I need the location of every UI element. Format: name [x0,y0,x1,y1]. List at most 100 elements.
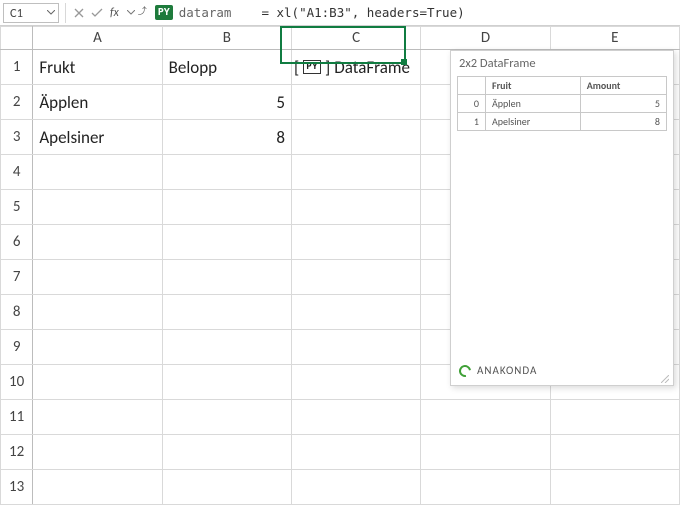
preview-index: 1 [458,113,486,131]
card-footer: ANAKONDA [451,358,673,385]
cell-D13[interactable] [421,470,550,505]
cell-B3[interactable]: 8 [162,120,291,155]
row-header-5[interactable]: 5 [1,190,33,225]
cell-B9[interactable] [162,330,291,365]
cell-B13[interactable] [162,470,291,505]
name-box[interactable]: C1 [3,3,59,23]
row-header-8[interactable]: 8 [1,295,33,330]
col-header-B[interactable]: B [162,27,291,50]
formula-bar-buttons: fx ⤴ [72,5,147,20]
cell-B1[interactable]: Belopp [162,50,291,85]
spreadsheet[interactable]: A B C D E 1 Frukt Belopp [ PY] DataFrame [0,26,680,524]
name-box-value: C1 [10,6,23,21]
row-header-13[interactable]: 13 [1,470,33,505]
cell-C5[interactable] [291,190,420,225]
dropdown-icon[interactable]: ⤴ [127,5,147,20]
cell-A8[interactable] [33,295,162,330]
preview-cell: Äpplen [486,95,581,113]
chevron-down-icon[interactable] [47,10,55,16]
dataframe-preview-card: 2x2 DataFrame Fruit Amount 0 Äpplen 5 1 … [450,50,674,386]
preview-cell: Apelsiner [486,113,581,131]
separator [65,3,66,23]
cell-C12[interactable] [291,435,420,470]
row-header-6[interactable]: 6 [1,225,33,260]
cell-E13[interactable] [550,470,679,505]
row-header-2[interactable]: 2 [1,85,33,120]
cell-C4[interactable] [291,155,420,190]
cell-A12[interactable] [33,435,162,470]
select-all-corner[interactable] [1,27,33,50]
row-header-12[interactable]: 12 [1,435,33,470]
row-header-9[interactable]: 9 [1,330,33,365]
col-header-A[interactable]: A [33,27,162,50]
cell-B12[interactable] [162,435,291,470]
cell-B11[interactable] [162,400,291,435]
cell-A7[interactable] [33,260,162,295]
preview-index-header [458,77,486,95]
cell-E11[interactable] [550,400,679,435]
cell-C10[interactable] [291,365,420,400]
cell-B7[interactable] [162,260,291,295]
cell-B5[interactable] [162,190,291,225]
formula-bar: C1 fx ⤴ PY dataram = xl("A1:B3", headers… [0,0,680,26]
cell-A10[interactable] [33,365,162,400]
cell-D11[interactable] [421,400,550,435]
cell-A6[interactable] [33,225,162,260]
row-header-1[interactable]: 1 [1,50,33,85]
cell-A3[interactable]: Apelsiner [33,120,162,155]
cell-B8[interactable] [162,295,291,330]
cell-C9[interactable] [291,330,420,365]
cell-C11[interactable] [291,400,420,435]
cell-D12[interactable] [421,435,550,470]
preview-row: 1 Apelsiner 8 [458,113,667,131]
confirm-icon[interactable] [90,6,104,20]
cell-C7[interactable] [291,260,420,295]
formula-input[interactable]: = xl("A1:B3", headers=True) [261,5,464,20]
card-title: 2x2 DataFrame [451,51,673,74]
preview-row: 0 Äpplen 5 [458,95,667,113]
cell-value: Frukt [33,57,161,78]
col-header-D[interactable]: D [421,27,550,50]
dataframe-label: DataFrame [334,57,410,78]
cell-A2[interactable]: Äpplen [33,85,162,120]
row-header-10[interactable]: 10 [1,365,33,400]
cell-B10[interactable] [162,365,291,400]
cell-A13[interactable] [33,470,162,505]
dataframe-cell: [ PY] DataFrame [292,57,420,78]
brand-label: ANAKONDA [477,364,537,377]
bracket-icon: [ [294,57,299,78]
preview-col-header: Fruit [486,77,581,95]
anaconda-icon [457,362,474,379]
row-header-4[interactable]: 4 [1,155,33,190]
cell-E12[interactable] [550,435,679,470]
cell-A11[interactable] [33,400,162,435]
cell-B2[interactable]: 5 [162,85,291,120]
cell-C3[interactable] [291,120,420,155]
variable-name: dataram [179,5,232,20]
cell-C2[interactable] [291,85,420,120]
cell-A1[interactable]: Frukt [33,50,162,85]
cell-value: 8 [163,127,291,148]
cancel-icon[interactable] [72,6,86,20]
row-header-11[interactable]: 11 [1,400,33,435]
fx-icon[interactable]: fx [110,6,119,20]
row-header-3[interactable]: 3 [1,120,33,155]
cell-A4[interactable] [33,155,162,190]
cell-A5[interactable] [33,190,162,225]
cell-B6[interactable] [162,225,291,260]
cell-C6[interactable] [291,225,420,260]
python-badge-icon: PY [155,5,173,20]
python-token-icon: PY [303,60,321,74]
cell-C1[interactable]: [ PY] DataFrame [291,50,420,85]
row-header-7[interactable]: 7 [1,260,33,295]
bracket-icon: ] [325,57,330,78]
col-header-C[interactable]: C [291,27,420,50]
preview-cell: 5 [580,95,666,113]
cell-C8[interactable] [291,295,420,330]
col-header-E[interactable]: E [550,27,679,50]
cell-A9[interactable] [33,330,162,365]
cell-C13[interactable] [291,470,420,505]
preview-index: 0 [458,95,486,113]
resize-grip-icon[interactable] [661,373,669,381]
cell-B4[interactable] [162,155,291,190]
